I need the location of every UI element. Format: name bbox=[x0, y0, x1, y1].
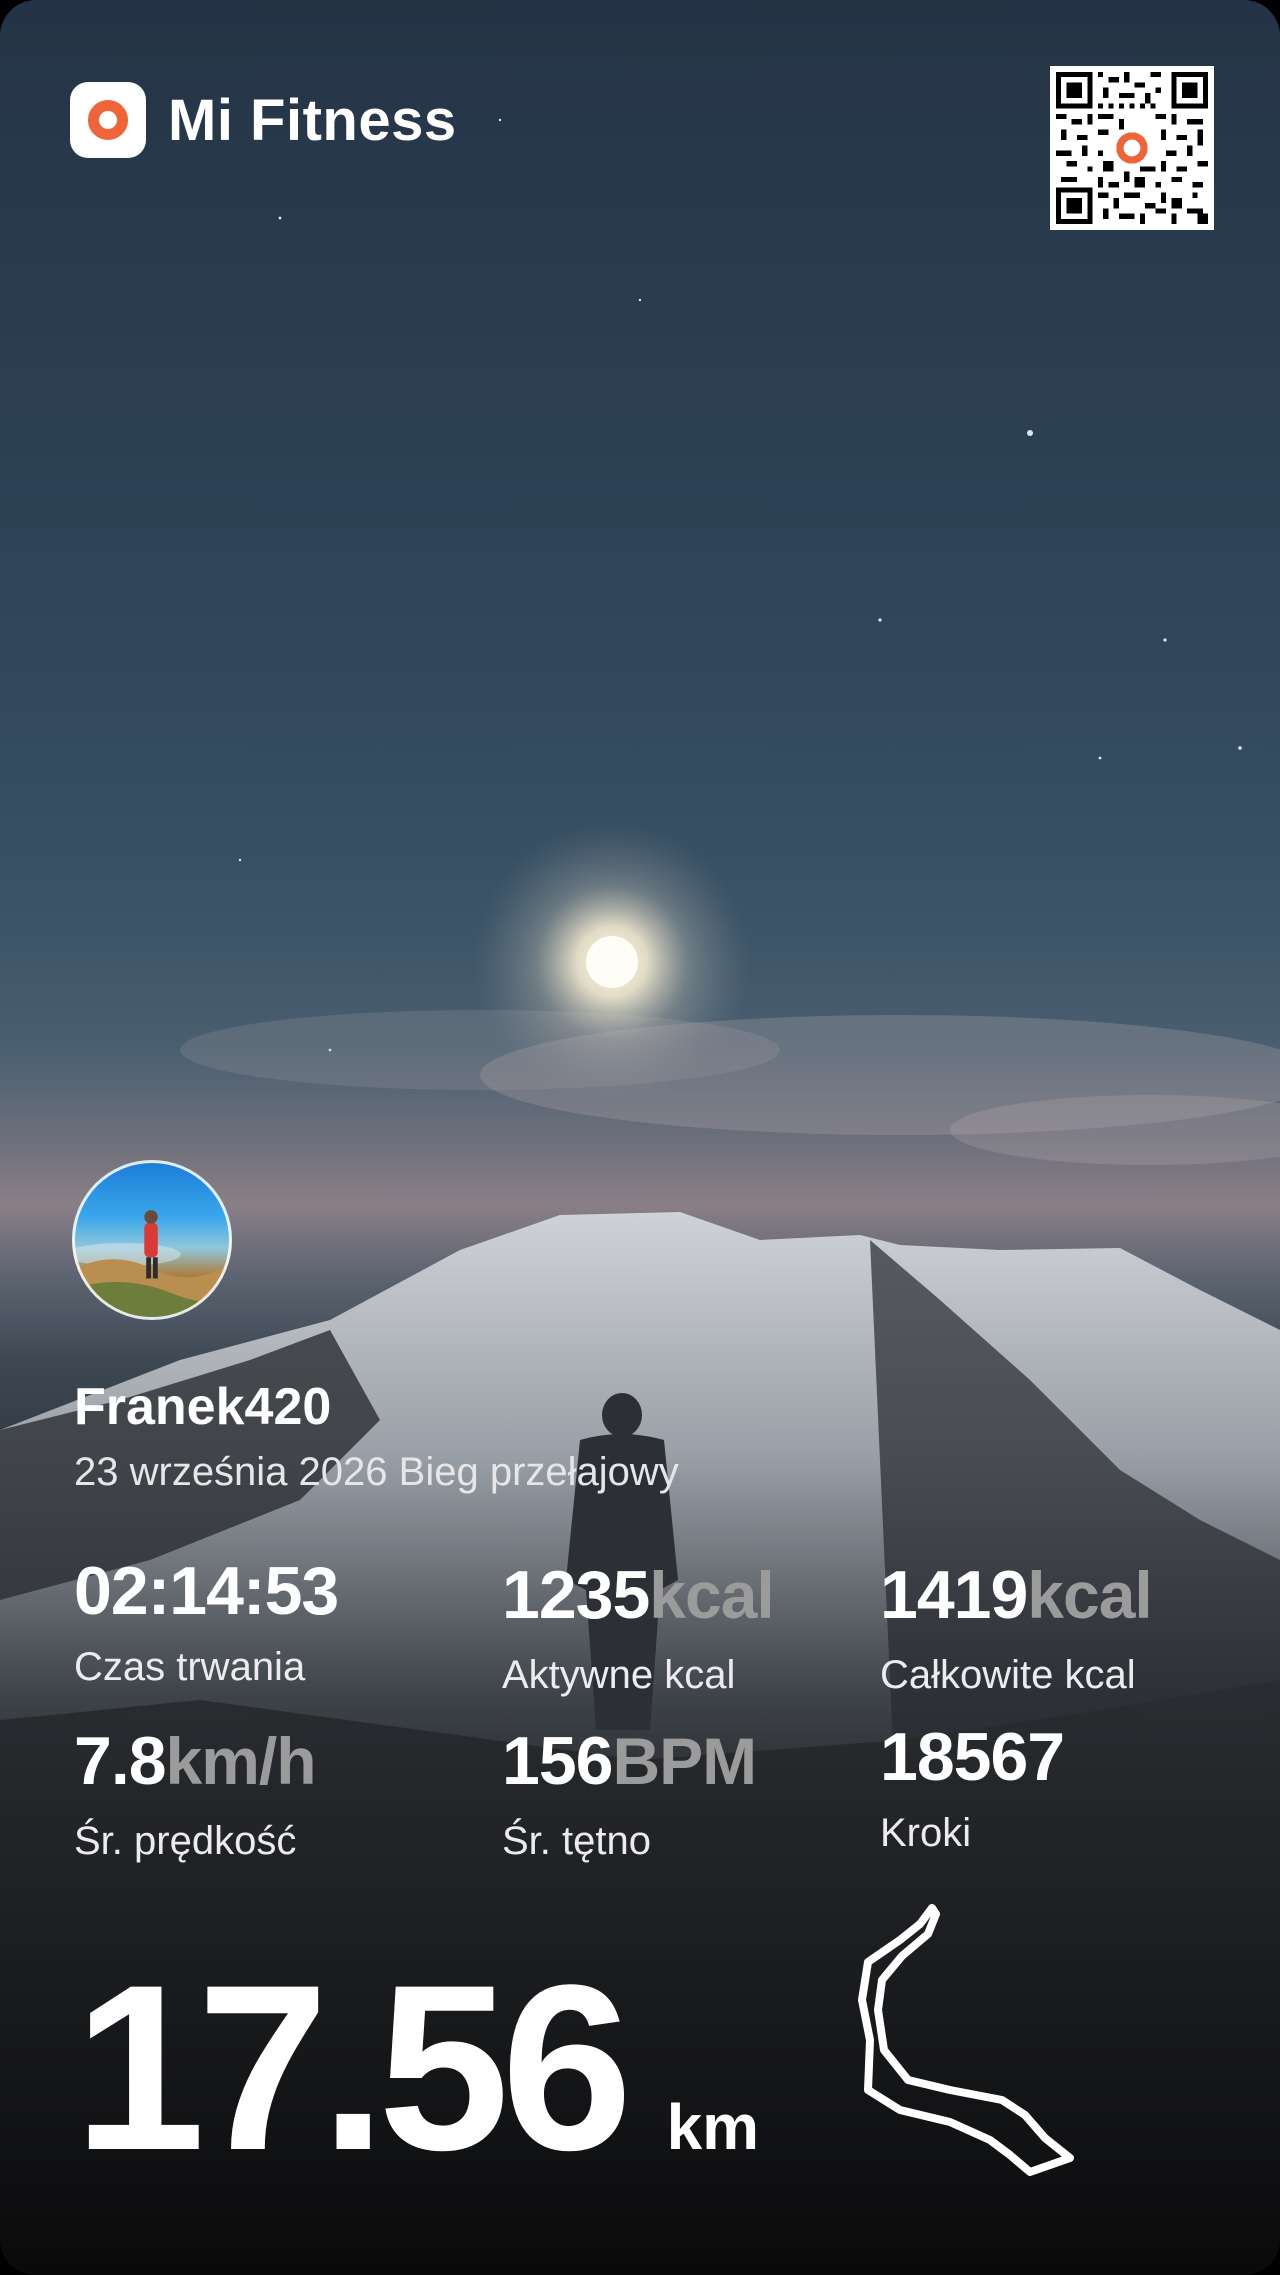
stat-label: Śr. tętno bbox=[502, 1819, 651, 1863]
brand-name: Mi Fitness bbox=[168, 87, 457, 153]
stat-steps: 18567 Kroki bbox=[880, 1723, 1065, 1855]
stat-label: Śr. prędkość bbox=[74, 1819, 297, 1863]
stat-total-kcal: 1419kcal Całkowite kcal bbox=[880, 1557, 1153, 1697]
stat-value: 1235 bbox=[502, 1557, 650, 1633]
stat-label: Aktywne kcal bbox=[502, 1653, 736, 1697]
stat-unit: BPM bbox=[612, 1724, 757, 1798]
stat-label: Czas trwania bbox=[74, 1645, 306, 1689]
stat-unit: kcal bbox=[649, 1558, 774, 1632]
distance-unit: km bbox=[666, 2091, 760, 2163]
username: Franek420 bbox=[74, 1378, 332, 1436]
stat-value: 1419 bbox=[880, 1557, 1028, 1633]
workout-date-type: 23 września 2026 Bieg przełajowy bbox=[74, 1450, 679, 1494]
stat-unit: km/h bbox=[165, 1724, 317, 1798]
avatar[interactable] bbox=[72, 1160, 232, 1320]
route-map-icon[interactable] bbox=[840, 1890, 1100, 2190]
stat-label: Całkowite kcal bbox=[880, 1653, 1136, 1697]
brand-header: Mi Fitness bbox=[70, 82, 457, 158]
distance-value: 17.56 bbox=[74, 1936, 633, 2200]
stat-duration: 02:14:53 Czas trwania bbox=[74, 1557, 339, 1689]
mi-fitness-logo-icon bbox=[70, 82, 146, 158]
stat-value: 02:14:53 bbox=[74, 1553, 339, 1629]
stat-unit: kcal bbox=[1027, 1558, 1152, 1632]
stat-value: 7.8 bbox=[74, 1723, 167, 1799]
stat-value: 18567 bbox=[880, 1719, 1065, 1795]
stat-avg-speed: 7.8km/h Śr. prędkość bbox=[74, 1723, 317, 1863]
stat-avg-heart-rate: 156BPM Śr. tętno bbox=[502, 1723, 757, 1863]
distance-total: 17.56 km bbox=[74, 1950, 759, 2186]
stat-value: 156 bbox=[502, 1723, 613, 1799]
qr-code-icon[interactable] bbox=[1050, 66, 1214, 230]
stat-label: Kroki bbox=[880, 1811, 972, 1855]
workout-share-card: Mi Fitness Franek420 23 września 2026 Bi… bbox=[0, 0, 1280, 2275]
stat-active-kcal: 1235kcal Aktywne kcal bbox=[502, 1557, 775, 1697]
